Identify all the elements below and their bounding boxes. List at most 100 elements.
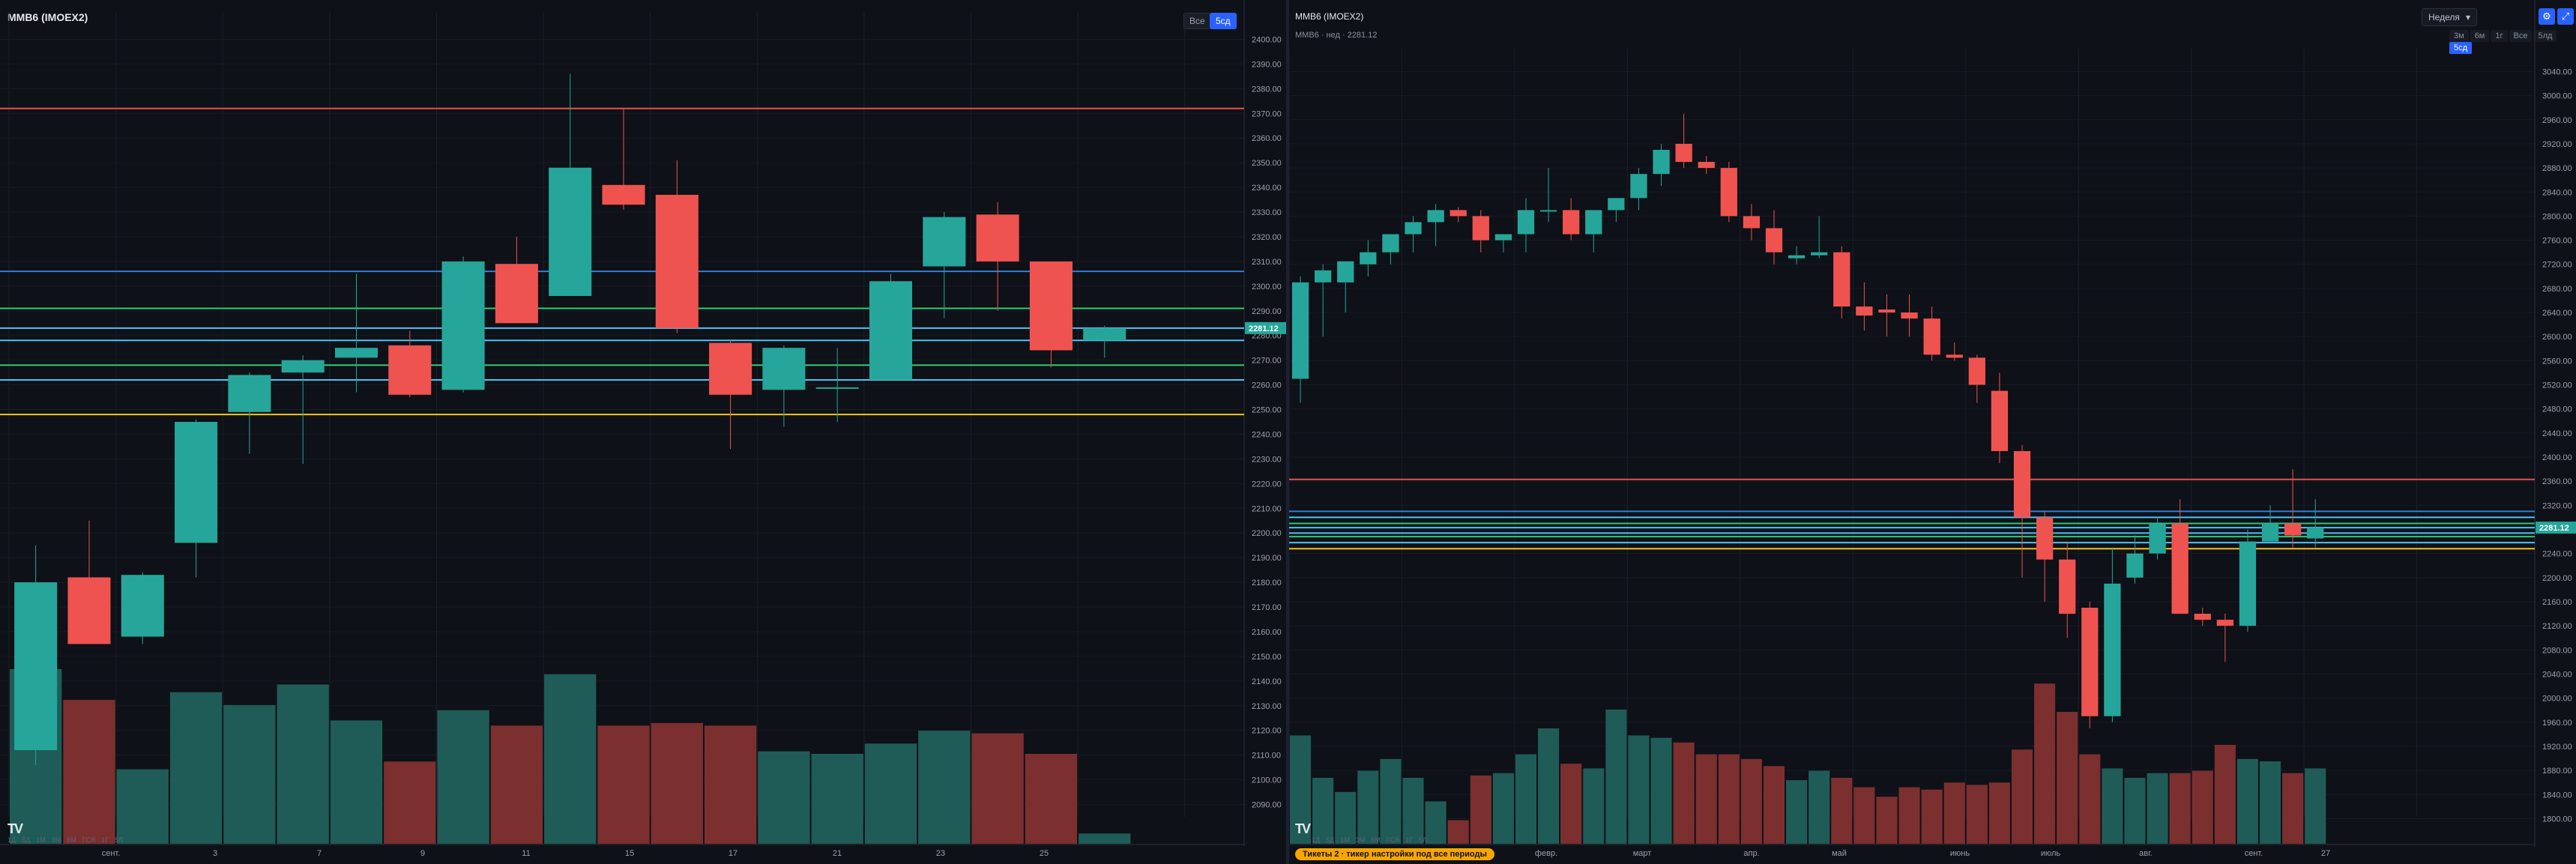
right-candlestick-chart[interactable]: 3040.00 3000.00 2960.00 2920.00 2880.00 2840.… <box>1289 0 2576 864</box>
volume-bar <box>704 725 757 844</box>
timeframe-toolbar-item[interactable]: 6М <box>1371 836 1381 844</box>
left-chart-pane[interactable]: MMB6 (IMOEX2) Все 5сд 2400.00 2390.00 2380… <box>0 0 1288 864</box>
candle-body <box>815 387 859 389</box>
volume-bar <box>2147 773 2168 844</box>
volume-bar <box>490 725 543 844</box>
candle-body <box>1811 252 1828 256</box>
price-tick-label: 2310.00 <box>1252 258 1282 267</box>
left-bottom-timeframe-toolbar: 1Д 5Д 1М 3М 6М ГСЯ 1Г 5Л <box>7 836 129 844</box>
volume-bar <box>1628 735 1650 844</box>
timeframe-toolbar-item[interactable]: 6М <box>67 836 76 844</box>
volume-bar <box>2102 768 2123 844</box>
candle-body <box>175 422 218 543</box>
volume-bar <box>1809 770 1830 844</box>
price-tick-label: 1880.00 <box>2542 767 2572 776</box>
timeframe-toolbar-item[interactable]: 1М <box>1340 836 1350 844</box>
timeframe-toolbar-item[interactable]: 1Д <box>1312 836 1320 844</box>
candle-body <box>1765 228 1783 253</box>
volume-bar <box>2282 773 2304 844</box>
price-tick-label: 2320.00 <box>2542 501 2572 510</box>
price-tick-label: 2960.00 <box>2542 116 2572 125</box>
volume-bar <box>1447 820 1469 844</box>
volume-bar <box>1831 778 1853 844</box>
candle-body <box>2284 523 2302 536</box>
volume-bar <box>2214 745 2236 844</box>
price-tick-label: 2350.00 <box>1252 159 1282 168</box>
candle-body <box>2059 559 2076 614</box>
time-tick-label: 17 <box>729 849 737 858</box>
candle-body <box>334 348 378 358</box>
volume-bar <box>1605 709 1627 844</box>
candle-body <box>762 348 806 390</box>
price-tick-label: 2290.00 <box>1252 307 1282 316</box>
time-tick-label: май <box>1832 849 1847 858</box>
volume-bar <box>1718 754 1740 844</box>
price-tick-label: 2380.00 <box>1252 85 1282 94</box>
time-tick-label: 23 <box>936 849 945 858</box>
candle-body <box>2149 523 2166 554</box>
volume-bar <box>651 722 703 844</box>
candle-body <box>2194 614 2211 620</box>
price-tick-label: 2920.00 <box>2542 140 2572 149</box>
tradingview-logo: TV <box>1295 821 1311 836</box>
candle-body <box>976 214 1019 262</box>
timeframe-toolbar-item[interactable]: 3М <box>1356 836 1366 844</box>
timeframe-toolbar-item[interactable]: 1Г <box>101 836 109 844</box>
price-tick-label: 2360.00 <box>2542 477 2572 486</box>
candle-body <box>1083 327 1126 341</box>
price-tick-label: 2080.00 <box>2542 646 2572 655</box>
timeframe-toolbar-item[interactable]: 5Л <box>1419 836 1427 844</box>
time-tick-label: 11 <box>522 849 530 858</box>
price-tick-label: 2040.00 <box>2542 670 2572 679</box>
timeframe-toolbar-item[interactable]: ГСЯ <box>82 836 95 844</box>
timeframe-toolbar-item[interactable]: ГСЯ <box>1387 836 1399 844</box>
volume-bar <box>1898 787 1920 844</box>
volume-bar <box>1650 737 1672 844</box>
price-tick-label: 2300.00 <box>1252 283 1282 291</box>
candle-body <box>869 281 913 381</box>
volume-bar <box>918 731 971 844</box>
volume-bar <box>2011 749 2033 844</box>
timeframe-toolbar-item[interactable]: 1Д <box>7 836 16 844</box>
price-tick-label: 2210.00 <box>1252 504 1282 513</box>
volume-bar <box>1583 768 1605 844</box>
candle-body <box>1968 357 1985 385</box>
timeframe-toolbar-item[interactable]: 5Д <box>22 836 30 844</box>
volume-bar <box>63 700 115 844</box>
candle-body <box>2239 541 2257 626</box>
right-chart-pane[interactable]: MMB6 (IMOEX2) MMB6 · нед · 2281.12 Недел… <box>1289 0 2576 864</box>
info-badge[interactable]: Тикеты 2 · тикер настройки под все перио… <box>1295 848 1494 860</box>
candle-body <box>1337 261 1354 283</box>
timeframe-toolbar-item[interactable]: 3М <box>52 836 61 844</box>
candle-body <box>1450 210 1467 217</box>
time-tick-label: сент. <box>2245 849 2263 858</box>
time-tick-label: март <box>1633 849 1652 858</box>
left-candlestick-chart[interactable]: 2400.00 2390.00 2380.00 2370.00 2360.00 2350.… <box>0 0 1288 864</box>
price-tick-label: 2200.00 <box>1252 529 1282 538</box>
candle-body <box>2171 523 2189 614</box>
price-tick-label: 2090.00 <box>1252 801 1282 810</box>
price-tick-label: 2260.00 <box>1252 381 1282 390</box>
candle-body <box>14 582 58 751</box>
candle-body <box>923 217 966 267</box>
timeframe-toolbar-item[interactable]: 1М <box>36 836 46 844</box>
current-price-label: 2281.12 <box>1249 324 1279 333</box>
volume-bar <box>330 720 383 844</box>
candle-body <box>1833 252 1850 307</box>
timeframe-toolbar-item[interactable]: 5Д <box>1326 836 1334 844</box>
timeframe-toolbar-item[interactable]: 1Г <box>1405 836 1413 844</box>
candle-body <box>1291 282 1309 379</box>
price-tick-label: 2480.00 <box>2542 405 2572 414</box>
candle-body <box>1630 174 1647 199</box>
price-tick-label: 2400.00 <box>1252 35 1282 44</box>
time-tick-label: июль <box>2041 849 2061 858</box>
price-tick-label: 2130.00 <box>1252 702 1282 711</box>
price-tick-label: 2220.00 <box>1252 480 1282 489</box>
price-tick-label: 2360.00 <box>1252 134 1282 143</box>
volume-bar <box>2057 712 2078 844</box>
volume-bar <box>1943 782 1965 844</box>
candle-body <box>1494 234 1512 241</box>
candle-body <box>1517 210 1535 235</box>
volume-bar <box>277 684 329 844</box>
timeframe-toolbar-item[interactable]: 5Л <box>115 836 123 844</box>
